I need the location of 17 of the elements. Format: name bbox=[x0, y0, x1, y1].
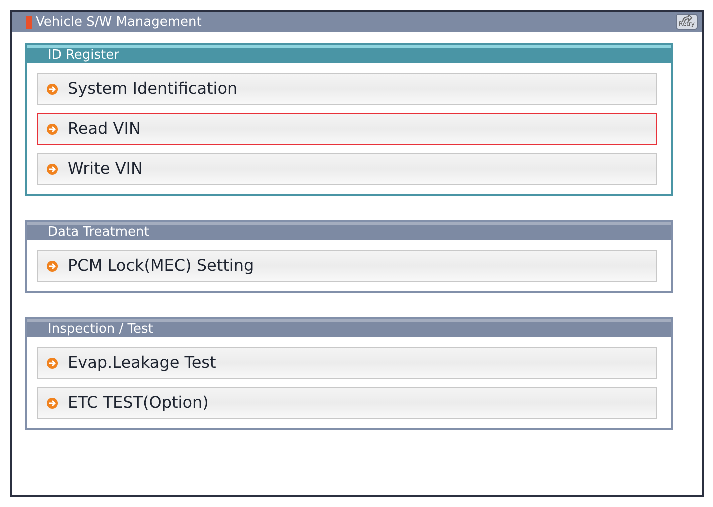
arrow-icon bbox=[47, 84, 58, 94]
menu-item[interactable]: Read VIN bbox=[37, 113, 657, 145]
group-title: Inspection / Test bbox=[48, 320, 154, 339]
menu-item[interactable]: Write VIN bbox=[37, 153, 657, 185]
menu-item[interactable]: PCM Lock(MEC) Setting bbox=[37, 250, 657, 282]
arrow-icon bbox=[47, 358, 58, 368]
menu-item[interactable]: Evap.Leakage Test bbox=[37, 347, 657, 379]
arrow-icon bbox=[47, 124, 58, 134]
window-title: Vehicle S/W Management bbox=[36, 16, 202, 28]
group-title: Data Treatment bbox=[48, 224, 150, 242]
arrow-icon bbox=[47, 164, 58, 174]
menu-item[interactable]: ETC TEST(Option) bbox=[37, 387, 657, 419]
arrow-icon bbox=[47, 398, 58, 408]
app-icon bbox=[26, 16, 32, 28]
group-title: ID Register bbox=[48, 46, 120, 65]
menu-item[interactable]: System Identification bbox=[37, 73, 657, 105]
arrow-icon bbox=[47, 260, 58, 272]
